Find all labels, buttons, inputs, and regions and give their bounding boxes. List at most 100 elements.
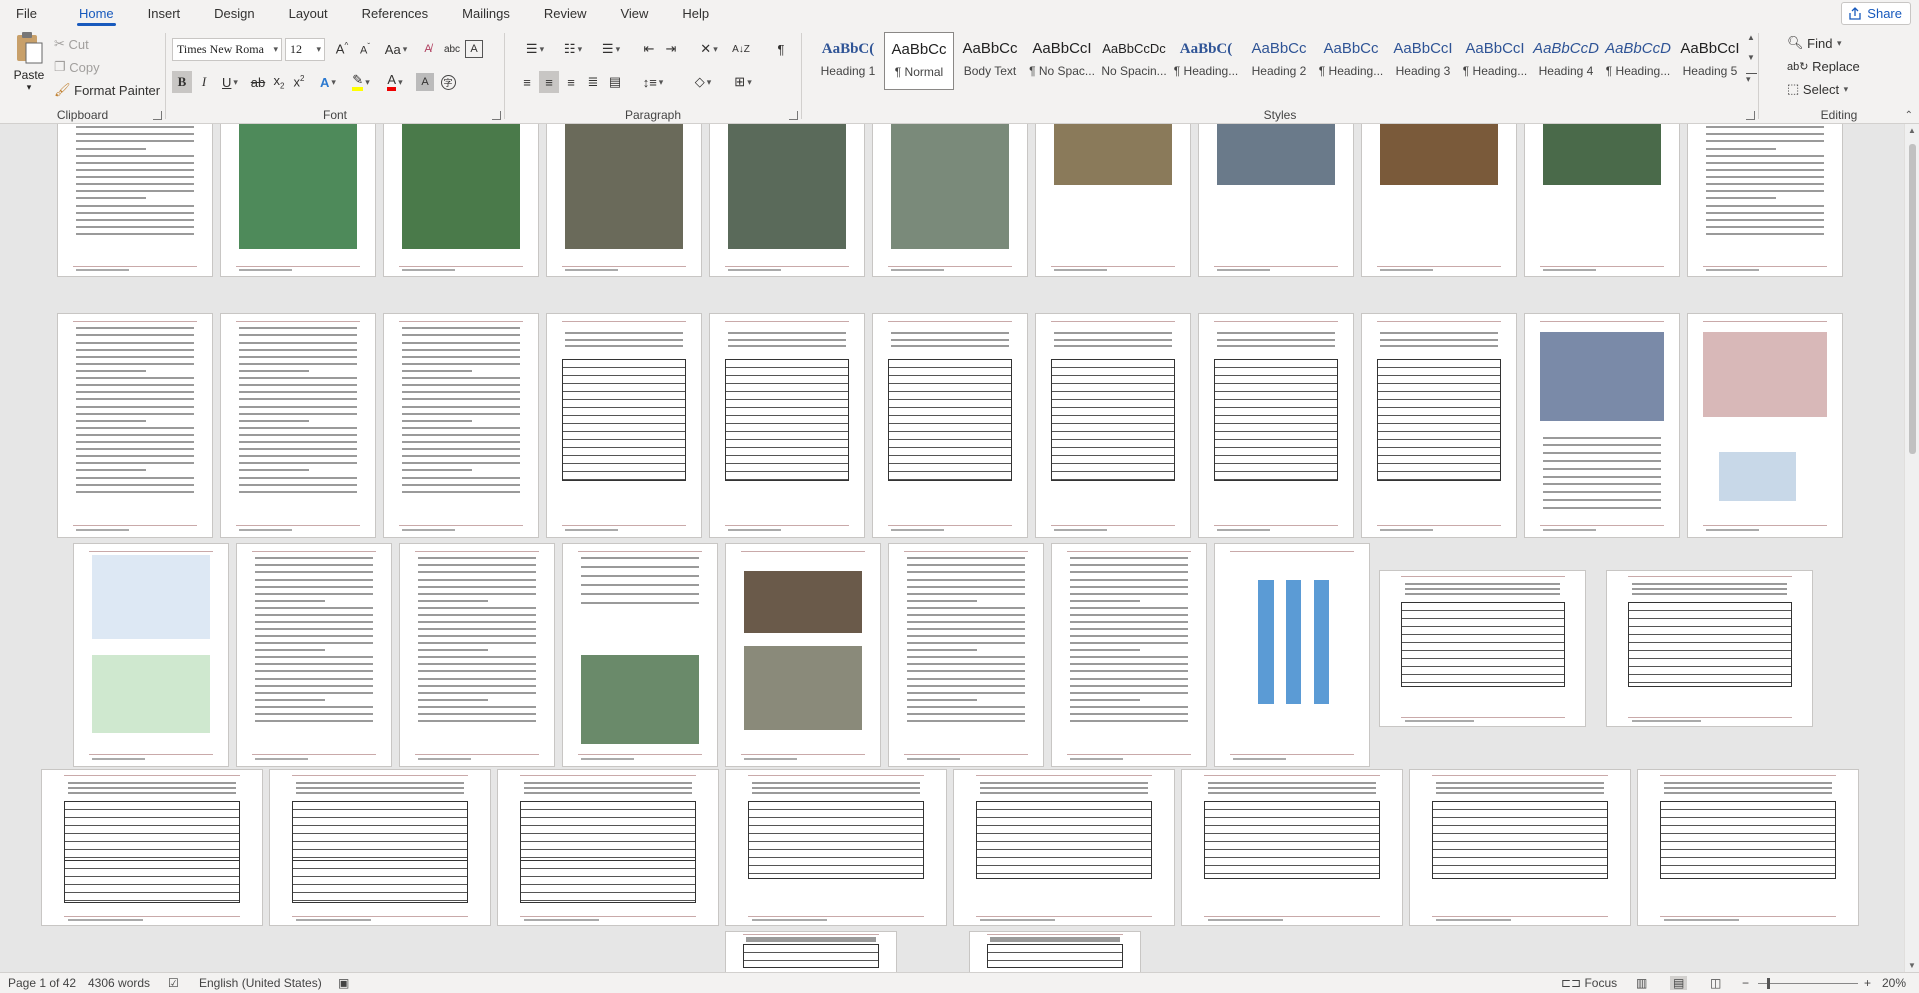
zoom-slider-thumb[interactable] xyxy=(1767,978,1770,989)
bold-button[interactable]: B xyxy=(172,71,192,93)
line-spacing-button[interactable]: ↕≡ ▾ xyxy=(635,71,671,93)
page-thumbnail[interactable] xyxy=(547,124,701,276)
page-thumbnail[interactable] xyxy=(1410,770,1630,925)
phonetic-guide-button[interactable]: abc xyxy=(442,38,462,60)
enclose-characters-button[interactable]: 字 xyxy=(438,71,458,93)
select-button[interactable]: ⬚ Select ▾ xyxy=(1787,78,1848,100)
paragraph-launcher-icon[interactable] xyxy=(789,111,798,120)
page-thumbnail[interactable] xyxy=(547,314,701,537)
justify-button[interactable]: ≣ xyxy=(583,71,603,93)
collapse-ribbon-icon[interactable]: ⌃ xyxy=(1905,110,1913,121)
page-thumbnail[interactable] xyxy=(1688,124,1842,276)
share-button[interactable]: Share xyxy=(1841,2,1911,25)
page-thumbnail[interactable] xyxy=(1215,544,1369,766)
style-3[interactable]: AaBbCc Body Text xyxy=(955,32,1025,90)
show-formatting-button[interactable]: ¶ xyxy=(771,38,791,60)
page-thumbnail[interactable] xyxy=(1036,124,1190,276)
accessibility-icon[interactable]: ▣ xyxy=(338,976,349,990)
replace-button[interactable]: ab↻ Replace xyxy=(1787,55,1860,77)
style-2[interactable]: AaBbCc ¶ Normal xyxy=(884,32,954,90)
format-painter-button[interactable]: 🖌 Format Painter xyxy=(54,79,160,101)
tab-insert[interactable]: Insert xyxy=(140,0,189,27)
paste-button[interactable]: Paste ▾ xyxy=(8,31,50,101)
page-thumbnail[interactable] xyxy=(954,770,1174,925)
page-thumbnail[interactable] xyxy=(498,770,718,925)
bullets-button[interactable]: ☰ ▾ xyxy=(517,38,553,60)
paste-dropdown-icon[interactable]: ▾ xyxy=(8,82,50,93)
page-thumbnail[interactable] xyxy=(726,932,896,972)
asian-layout-button[interactable]: ✕ ▾ xyxy=(691,38,727,60)
style-5[interactable]: AaBbCcDc No Spacin... xyxy=(1099,32,1169,90)
style-9[interactable]: AaBbCcI Heading 3 xyxy=(1388,32,1458,90)
font-launcher-icon[interactable] xyxy=(492,111,501,120)
page-thumbnail[interactable] xyxy=(873,314,1027,537)
text-effects-button[interactable]: A ▾ xyxy=(314,71,342,93)
page-thumbnail[interactable] xyxy=(970,932,1140,972)
read-mode-icon[interactable]: ▥ xyxy=(1636,976,1647,990)
copy-button[interactable]: ❐ Copy xyxy=(54,56,100,78)
tab-view[interactable]: View xyxy=(612,0,656,27)
align-right-button[interactable]: ≡ xyxy=(561,71,581,93)
style-7[interactable]: AaBbCc Heading 2 xyxy=(1244,32,1314,90)
style-1[interactable]: AaBbC(Heading 1 xyxy=(813,32,883,90)
page-thumbnail[interactable] xyxy=(74,544,228,766)
focus-mode-button[interactable]: ⊏⊐ Focus xyxy=(1561,976,1617,990)
page-count[interactable]: Page 1 of 42 xyxy=(8,976,76,990)
scroll-up-icon[interactable]: ▲ xyxy=(1908,126,1916,135)
tab-layout[interactable]: Layout xyxy=(281,0,336,27)
highlight-button[interactable]: ✎ ▾ xyxy=(346,71,376,93)
change-case-button[interactable]: Aa ▾ xyxy=(381,38,411,60)
decrease-indent-button[interactable]: ⇤ xyxy=(639,38,659,60)
page-thumbnail[interactable] xyxy=(384,314,538,537)
tab-references[interactable]: References xyxy=(354,0,436,27)
zoom-level[interactable]: 20% xyxy=(1882,976,1906,990)
align-center-button[interactable]: ≡ xyxy=(539,71,559,93)
page-thumbnail[interactable] xyxy=(1525,124,1679,276)
page-thumbnail[interactable] xyxy=(1607,571,1812,726)
scrollbar-thumb[interactable] xyxy=(1909,144,1916,454)
style-13[interactable]: AaBbCcI Heading 5 xyxy=(1675,32,1745,90)
character-shading-button[interactable]: A xyxy=(416,73,434,91)
shrink-font-button[interactable]: Aˇ xyxy=(355,38,375,60)
vertical-scrollbar[interactable]: ▲ ▼ xyxy=(1904,124,1919,972)
styles-scroll-down-icon[interactable]: ▼ xyxy=(1747,53,1757,62)
strikethrough-button[interactable]: ab xyxy=(248,71,268,93)
page-thumbnail[interactable] xyxy=(1199,314,1353,537)
sort-button[interactable]: A↓Z xyxy=(731,38,751,60)
tab-help[interactable]: Help xyxy=(674,0,717,27)
style-11[interactable]: AaBbCcD Heading 4 xyxy=(1531,32,1601,90)
grow-font-button[interactable]: A^ xyxy=(332,38,352,60)
page-thumbnail[interactable] xyxy=(221,314,375,537)
zoom-slider[interactable] xyxy=(1758,983,1858,984)
page-thumbnail[interactable] xyxy=(1362,124,1516,276)
numbering-button[interactable]: ☷ ▾ xyxy=(555,38,591,60)
shading-button[interactable]: ◇ ▾ xyxy=(685,71,721,93)
styles-launcher-icon[interactable] xyxy=(1746,111,1755,120)
page-thumbnail[interactable] xyxy=(1199,124,1353,276)
style-6[interactable]: AaBbC(¶ Heading... xyxy=(1171,32,1241,90)
tab-design[interactable]: Design xyxy=(206,0,262,27)
page-thumbnail[interactable] xyxy=(889,544,1043,766)
tab-file[interactable]: File xyxy=(8,0,45,27)
page-thumbnail[interactable] xyxy=(1688,314,1842,537)
scroll-down-icon[interactable]: ▼ xyxy=(1908,961,1916,970)
print-layout-icon[interactable]: ▤ xyxy=(1670,976,1688,990)
style-10[interactable]: AaBbCcI ¶ Heading... xyxy=(1460,32,1530,90)
cut-button[interactable]: ✂ Cut xyxy=(54,33,89,55)
page-thumbnail[interactable] xyxy=(384,124,538,276)
page-thumbnail[interactable] xyxy=(1380,571,1585,726)
italic-button[interactable]: I xyxy=(194,71,214,93)
page-thumbnail[interactable] xyxy=(221,124,375,276)
style-4[interactable]: AaBbCcI ¶ No Spac... xyxy=(1027,32,1097,90)
page-thumbnail[interactable] xyxy=(1052,544,1206,766)
language-indicator[interactable]: English (United States) xyxy=(199,976,322,990)
page-thumbnail[interactable] xyxy=(400,544,554,766)
page-thumbnail[interactable] xyxy=(1362,314,1516,537)
clipboard-launcher-icon[interactable] xyxy=(153,111,162,120)
page-thumbnail[interactable] xyxy=(710,124,864,276)
page-thumbnail[interactable] xyxy=(1182,770,1402,925)
multilevel-list-button[interactable]: ☰ ▾ xyxy=(593,38,629,60)
clear-formatting-button[interactable]: A̸ xyxy=(418,38,438,60)
borders-button[interactable]: ⊞ ▾ xyxy=(725,71,761,93)
web-layout-icon[interactable]: ◫ xyxy=(1710,976,1721,990)
